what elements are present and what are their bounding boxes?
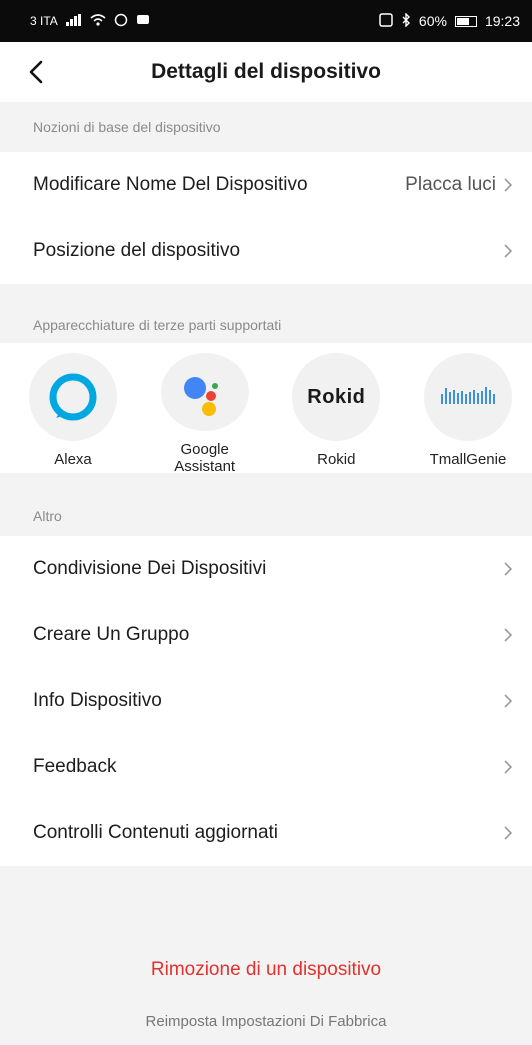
carrier-label: 3 ITA — [30, 14, 58, 28]
section-label-other: Altro — [33, 508, 62, 524]
assistant-rokid[interactable]: Rokid Rokid — [286, 353, 386, 475]
check-updates-row[interactable]: Controlli Contenuti aggiornati — [0, 800, 532, 866]
signal-icon — [65, 13, 82, 29]
create-group-row[interactable]: Creare Un Gruppo — [0, 602, 532, 668]
app-header: Dettagli del dispositivo — [0, 42, 532, 102]
back-button[interactable] — [26, 52, 66, 92]
basics-group: Modificare Nome Del Dispositivo Placca l… — [0, 152, 532, 284]
rokid-logo: Rokid — [292, 353, 381, 441]
rename-device-row[interactable]: Modificare Nome Del Dispositivo Placca l… — [0, 152, 532, 218]
chevron-right-icon — [504, 826, 513, 840]
chevron-right-icon — [504, 244, 513, 258]
chevron-right-icon — [504, 178, 513, 192]
row-label: Condivisione Dei Dispositivi — [33, 558, 267, 579]
share-devices-row[interactable]: Condivisione Dei Dispositivi — [0, 536, 532, 602]
device-name-value: Placca luci — [405, 174, 496, 195]
row-label: Posizione del dispositivo — [33, 240, 241, 261]
factory-reset-button[interactable]: Reimposta Impostazioni Di Fabbrica — [0, 998, 532, 1045]
device-location-row[interactable]: Posizione del dispositivo — [0, 218, 532, 284]
other-group: Condivisione Dei Dispositivi Creare Un G… — [0, 536, 532, 866]
section-label-basics: Nozioni di base del dispositivo — [33, 119, 221, 135]
message-icon — [136, 13, 150, 29]
assistant-alexa[interactable]: Alexa — [23, 353, 123, 475]
assistant-name: TmallGenie — [429, 451, 507, 468]
battery-percent: 60% — [418, 13, 447, 29]
assistant-google[interactable]: Google Assistant — [155, 353, 255, 475]
wifi-icon — [90, 13, 106, 29]
row-label: Controlli Contenuti aggiornati — [33, 822, 279, 843]
chevron-left-icon — [29, 60, 43, 84]
row-label: Creare Un Gruppo — [33, 624, 190, 645]
assistant-tmallgenie[interactable]: TmallGenie — [418, 353, 518, 475]
row-label: Feedback — [33, 756, 117, 777]
status-bar: 3 ITA 60% 19:23 — [0, 0, 532, 42]
bluetooth-icon — [401, 11, 411, 30]
alexa-icon — [29, 353, 117, 441]
chevron-right-icon — [504, 562, 513, 576]
assistant-name: Google Assistant — [174, 441, 236, 475]
row-label: Modificare Nome Del Dispositivo — [33, 174, 308, 195]
battery-icon — [454, 15, 477, 27]
chevron-right-icon — [504, 628, 513, 642]
remove-device-button[interactable]: Rimozione di un dispositivo — [0, 942, 532, 998]
clock: 19:23 — [484, 13, 520, 29]
page-title: Dettagli del dispositivo — [151, 60, 381, 83]
assistant-name: Alexa — [54, 451, 92, 468]
tmallgenie-icon — [423, 353, 512, 441]
google-assistant-icon — [160, 353, 249, 431]
assistant-name: Rokid — [317, 451, 356, 468]
third-party-group: Alexa Google Assistant Rokid Rokid Tmall… — [0, 343, 532, 475]
whatsapp-icon — [114, 13, 128, 30]
row-label: Info Dispositivo — [33, 690, 162, 711]
chevron-right-icon — [504, 694, 513, 708]
chevron-right-icon — [504, 760, 513, 774]
feedback-row[interactable]: Feedback — [0, 734, 532, 800]
device-info-row[interactable]: Info Dispositivo — [0, 668, 532, 734]
nfc-icon — [379, 12, 393, 30]
